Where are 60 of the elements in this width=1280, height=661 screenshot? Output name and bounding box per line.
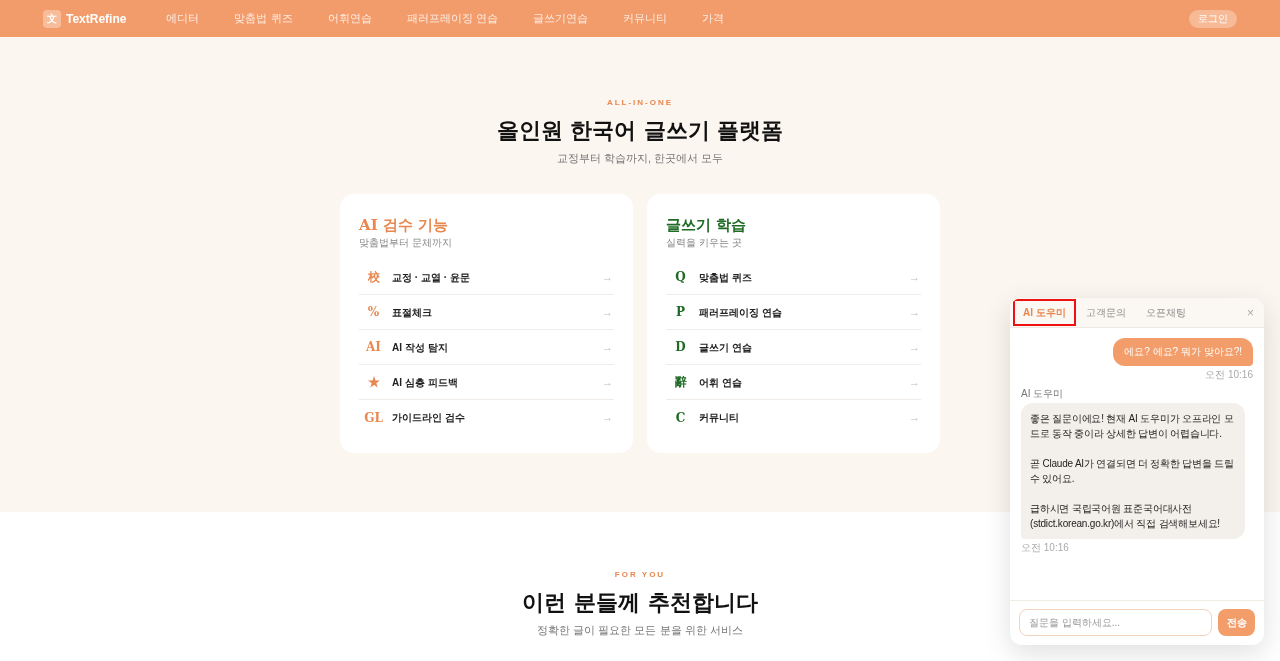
section-eyebrow: FOR YOU <box>614 569 666 581</box>
arrow-icon: → <box>909 303 920 321</box>
card-subtitle: 실력을 키우는 곳 <box>666 236 743 250</box>
chat-tab[interactable]: 오픈채팅 <box>1135 299 1196 326</box>
chat-tab[interactable]: AI 도우미 <box>1013 299 1076 326</box>
feature-link[interactable]: 커뮤니티 <box>699 410 739 425</box>
user-message-bubble: 에요? 에요? 뭐가 맞아요?! <box>1113 338 1253 366</box>
feature-glyph: 辭 <box>673 373 688 391</box>
feature-glyph: Q <box>674 270 687 284</box>
feature-glyph: % <box>366 305 381 319</box>
nav-link[interactable]: 어휘연습 <box>327 10 372 27</box>
arrow-icon: → <box>909 338 920 356</box>
brand-name[interactable]: TextRefine <box>66 9 127 28</box>
feature-link[interactable]: 표절체크 <box>392 304 432 320</box>
feature-glyph: ★ <box>366 373 381 391</box>
nav-link[interactable]: 에디터 <box>166 10 200 27</box>
section-subtitle: 정확한 글이 필요한 모든 분을 위한 서비스 <box>537 623 743 638</box>
feature-glyph: C <box>674 410 687 425</box>
card-title: AI 검수 기능 <box>359 215 450 235</box>
feature-link[interactable]: 패러프레이징 연습 <box>699 304 782 320</box>
feature-glyph: P <box>675 305 686 319</box>
nav-link[interactable]: 글쓰기연습 <box>532 10 588 27</box>
feature-glyph: GL <box>363 410 384 425</box>
arrow-icon: → <box>909 409 920 426</box>
feature-link[interactable]: 글쓰기 연습 <box>699 339 752 355</box>
logo-mark: 文 <box>43 9 61 28</box>
feature-glyph: D <box>674 340 687 354</box>
arrow-icon: → <box>602 268 613 286</box>
sender-name: AI 도우미 <box>1021 387 1064 400</box>
arrow-icon: → <box>909 373 920 391</box>
message-time: 오전 10:16 <box>1021 541 1069 554</box>
card-title: 글쓰기 학습 <box>666 215 748 235</box>
nav-link[interactable]: 커뮤니티 <box>622 10 667 27</box>
arrow-icon: → <box>602 373 613 391</box>
bot-message-bubble: 좋은 질문이에요! 현재 AI 도우미가 오프라인 모드로 동작 중이라 상세한 답변이 어렵습니다. 곧 Claude AI가 연결되면 더 정확한 답변을 드릴 수 있어요. 급하시면 국립국어원 표준국어대사전(stdict.korean.go.kr)에서 직접 검색해보세요! <box>1021 403 1245 539</box>
section-title: 이런 분들께 추천합니다 <box>522 588 758 617</box>
feature-link[interactable]: 어휘 연습 <box>699 374 742 390</box>
arrow-icon: → <box>602 338 613 356</box>
arrow-icon: → <box>909 268 920 286</box>
message-input[interactable]: 질문을 입력하세요... <box>1019 609 1212 636</box>
arrow-icon: → <box>602 303 613 321</box>
feature-glyph: 校 <box>366 268 381 286</box>
feature-link[interactable]: 교정 · 교열 · 윤문 <box>392 269 470 285</box>
nav-link[interactable]: 가격 <box>701 10 724 27</box>
send-button[interactable]: 전송 <box>1218 609 1255 636</box>
feature-link[interactable]: AI 작성 탐지 <box>392 339 448 355</box>
arrow-icon: → <box>602 409 613 426</box>
nav-link[interactable]: 패러프레이징 연습 <box>406 10 498 27</box>
chat-tab[interactable]: 고객문의 <box>1075 299 1136 326</box>
feature-link[interactable]: AI 심층 피드백 <box>392 374 458 390</box>
card-subtitle: 맞춤법부터 문체까지 <box>359 236 453 250</box>
feature-glyph: AI <box>365 340 382 354</box>
message-time: 오전 10:16 <box>1205 368 1253 381</box>
section-subtitle: 교정부터 학습까지, 한곳에서 모두 <box>556 151 724 166</box>
section-title: 올인원 한국어 글쓰기 플랫폼 <box>496 116 784 145</box>
nav-link[interactable]: 맞춤법 퀴즈 <box>234 10 293 27</box>
section-eyebrow: ALL-IN-ONE <box>606 97 674 109</box>
feature-link[interactable]: 가이드라인 검수 <box>392 410 465 425</box>
feature-link[interactable]: 맞춤법 퀴즈 <box>699 269 752 285</box>
close-button[interactable]: × <box>1245 303 1256 322</box>
